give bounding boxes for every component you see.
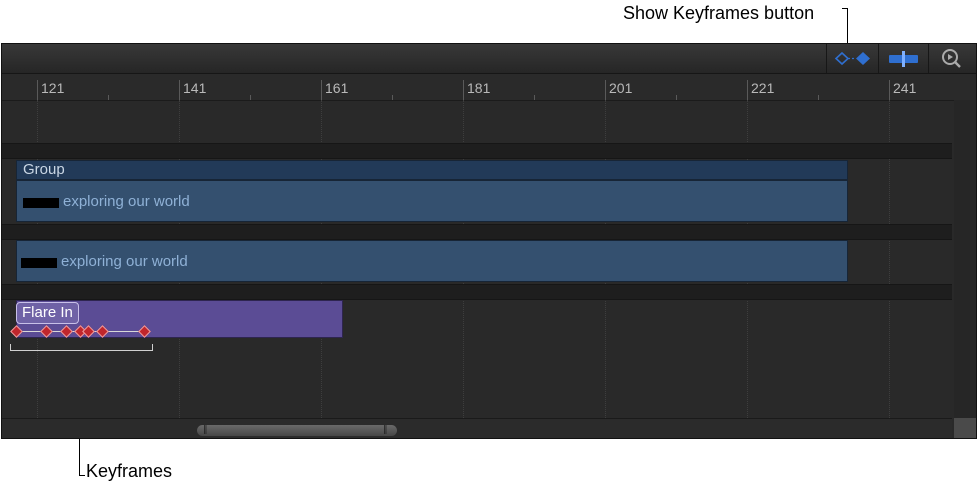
ruler-tick — [321, 80, 322, 100]
zoom-icon — [942, 49, 961, 68]
ruler-tick — [747, 80, 748, 100]
show-keyframes-button[interactable] — [826, 44, 879, 73]
ruler-tick — [889, 80, 890, 100]
ruler-minor-tick — [818, 95, 819, 100]
scrollbar-thumb[interactable]: ‖ ‖ — [197, 425, 397, 436]
track-separator — [2, 284, 952, 300]
behavior-label[interactable]: Flare In — [16, 302, 79, 324]
timeline-panel: 121 141 161 181 201 221 241 Group explor… — [1, 43, 977, 439]
ruler-label: 181 — [467, 80, 491, 96]
text-layer-bar[interactable]: exploring our world — [16, 240, 848, 282]
ruler-label: 221 — [751, 80, 775, 96]
scroll-corner — [954, 418, 976, 438]
ruler-label: 161 — [325, 80, 349, 96]
ruler-minor-tick — [534, 95, 535, 100]
snapping-icon — [889, 51, 918, 67]
keyframes-callout: Keyframes — [86, 461, 173, 481]
show-keyframes-callout: Show Keyframes button — [623, 3, 815, 23]
vertical-scrollbar[interactable] — [954, 100, 976, 418]
callout-leader-line — [847, 8, 848, 43]
ruler-minor-tick — [392, 95, 393, 100]
ruler-label: 241 — [893, 80, 917, 96]
grip-right-icon: ‖ — [383, 425, 388, 435]
ruler-tick — [463, 80, 464, 100]
horizontal-scrollbar[interactable]: ‖ ‖ — [2, 418, 952, 438]
text-layer-bar[interactable]: exploring our world — [16, 180, 848, 222]
grip-left-icon: ‖ — [203, 425, 208, 435]
callout-leader-tick — [842, 8, 848, 9]
layer-thumbnail — [23, 198, 59, 208]
timeline-toolbar — [2, 44, 976, 74]
ruler-tick — [179, 80, 180, 100]
ruler-label: 201 — [609, 80, 633, 96]
ruler-minor-tick — [108, 95, 109, 100]
ruler-label: 141 — [183, 80, 207, 96]
ruler-tick — [37, 80, 38, 100]
track-separator — [2, 143, 952, 159]
layer-name: exploring our world — [61, 253, 188, 270]
group-bar[interactable]: Group — [16, 160, 848, 180]
ruler-minor-tick — [250, 95, 251, 100]
layer-name: exploring our world — [63, 193, 190, 210]
keyframes-icon — [834, 51, 870, 66]
keyframes-leader-tick — [79, 475, 85, 476]
track-separator — [2, 224, 952, 240]
zoom-button[interactable] — [928, 44, 976, 73]
layer-thumbnail — [21, 258, 57, 268]
keyframes-bracket — [10, 344, 153, 351]
timeline-ruler[interactable]: 121 141 161 181 201 221 241 — [2, 74, 976, 101]
snapping-button[interactable] — [878, 44, 929, 73]
ruler-minor-tick — [676, 95, 677, 100]
ruler-tick — [605, 80, 606, 100]
ruler-label: 121 — [41, 80, 65, 96]
